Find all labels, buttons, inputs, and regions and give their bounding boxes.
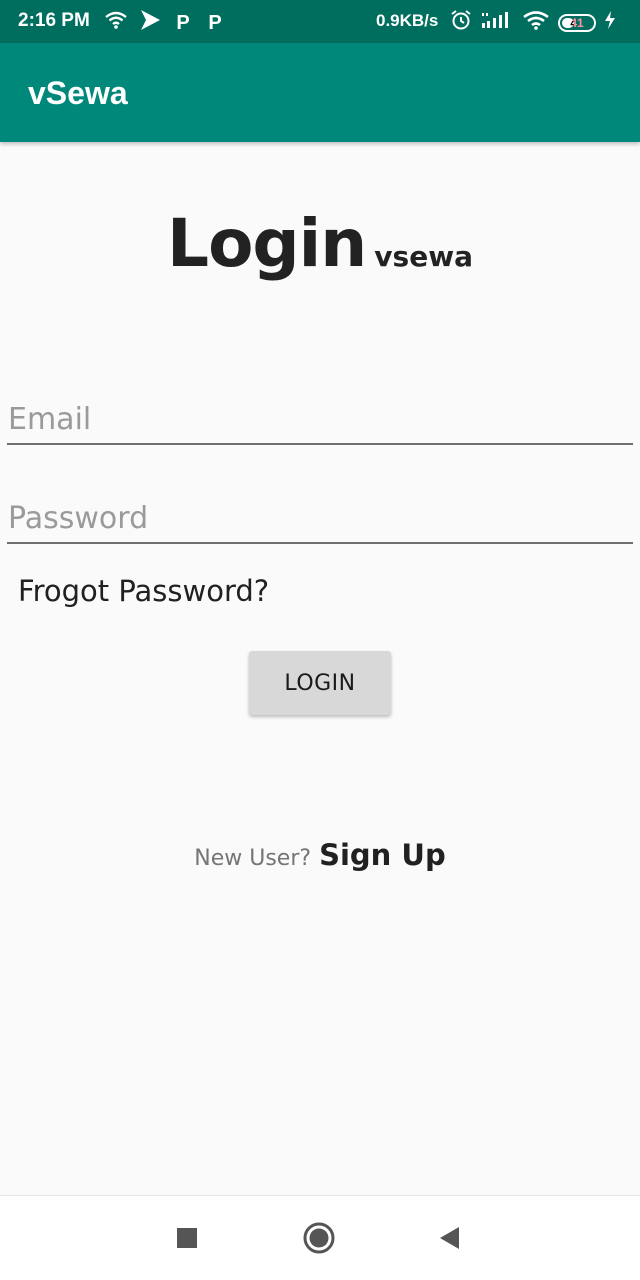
status-left-icons: P P [104, 9, 226, 37]
status-time: 2:16 PM [18, 10, 90, 31]
password-field[interactable] [7, 494, 633, 544]
recents-button[interactable] [165, 1218, 209, 1262]
network-speed: 0.9KB/s [376, 11, 439, 30]
home-button[interactable] [297, 1218, 341, 1262]
email-field[interactable] [7, 395, 633, 445]
page-heading: Login vsewa [0, 205, 640, 282]
login-button[interactable]: LOGIN [249, 651, 391, 715]
signup-row: New User? Sign Up [0, 838, 640, 872]
signal-icon [480, 10, 514, 36]
wifi-icon [522, 10, 550, 36]
navigation-bar [0, 1195, 640, 1280]
back-icon [438, 1226, 462, 1255]
p-icon: P [208, 11, 222, 34]
page-subtitle: vsewa [374, 240, 473, 273]
back-button[interactable] [428, 1218, 472, 1262]
status-bar: 2:16 PM P P 0.9KB/s 41 [0, 0, 640, 43]
app-bar: vSewa [0, 43, 640, 142]
charging-icon [604, 10, 616, 36]
status-right-icons: 41 [450, 9, 616, 37]
login-screen: 2:16 PM P P 0.9KB/s 41 vSewa Login vsewa… [0, 0, 640, 1280]
play-icon [138, 9, 162, 37]
home-icon [302, 1221, 336, 1260]
app-title: vSewa [28, 75, 128, 111]
forgot-password-link[interactable]: Frogot Password? [18, 574, 269, 608]
signup-link[interactable]: Sign Up [319, 838, 446, 872]
alarm-icon [450, 9, 472, 37]
p-icon: P [176, 11, 190, 34]
battery-icon: 41 [558, 14, 596, 32]
signup-prompt: New User? [194, 846, 312, 871]
page-title: Login [167, 205, 367, 282]
recents-icon [176, 1227, 198, 1254]
battery-level: 41 [570, 16, 584, 30]
wifi-icon [104, 10, 128, 36]
